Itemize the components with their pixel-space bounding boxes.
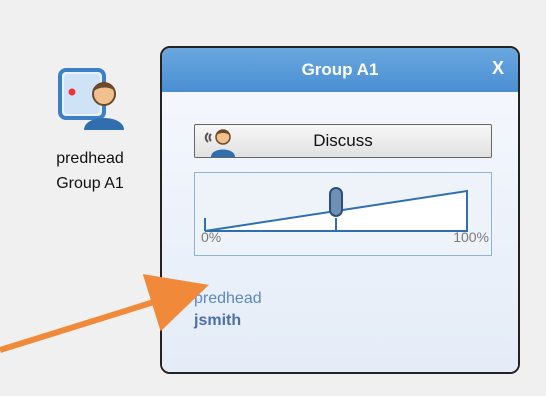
annotation-arrow (0, 274, 209, 353)
